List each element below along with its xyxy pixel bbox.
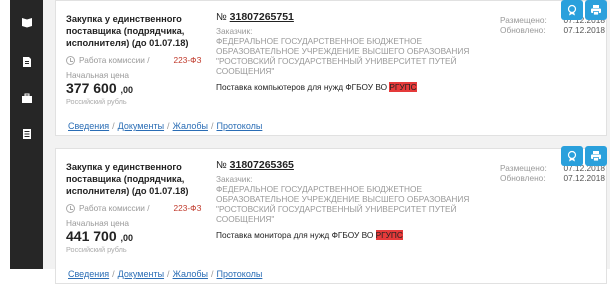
document-icon: [22, 57, 31, 67]
placed-label: Размещено:: [500, 15, 547, 25]
card-links: Сведения / Документы / Жалобы / Протоколы: [55, 118, 607, 136]
purchase-subject: Поставка компьютеров для нужд ФГБОУ ВО Р…: [216, 82, 492, 92]
link-details[interactable]: Сведения: [68, 269, 109, 279]
updated-label: Обновлено:: [500, 25, 546, 35]
subject-text: Поставка монитора для нужд ФГБОУ ВО: [216, 230, 374, 240]
placed-label: Размещено:: [500, 163, 547, 173]
status-text: Работа комиссии /: [79, 55, 150, 65]
updated-row: Обновлено: 07.12.2018: [500, 25, 605, 35]
link-complaints[interactable]: Жалобы: [173, 121, 208, 131]
number-prefix: №: [216, 12, 227, 23]
price-label: Начальная цена: [66, 70, 129, 80]
card-summary: Закупка у единственного поставщика (подр…: [66, 161, 206, 254]
updated-row: Обновлено: 07.12.2018: [500, 173, 605, 183]
procurement-type: Закупка у единственного поставщика (подр…: [66, 162, 189, 196]
customer-name[interactable]: ФЕДЕРАЛЬНОЕ ГОСУДАРСТВЕННОЕ БЮДЖЕТНОЕ ОБ…: [216, 36, 492, 76]
link-documents[interactable]: Документы: [118, 121, 164, 131]
status-row: Работа комиссии / 223-ФЗ: [66, 55, 206, 65]
print-button[interactable]: [585, 146, 607, 166]
card-details: № 31807265365 Заказчик: ФЕДЕРАЛЬНОЕ ГОСУ…: [216, 159, 492, 240]
print-button[interactable]: [585, 0, 607, 20]
printer-icon: [591, 151, 601, 162]
link-separator: /: [167, 121, 170, 131]
updated-date: 07.12.2018: [563, 25, 605, 35]
number-prefix: №: [216, 160, 227, 171]
favorite-button[interactable]: [561, 0, 583, 20]
purchase-number[interactable]: № 31807265365: [216, 159, 492, 171]
award-icon: [567, 150, 577, 162]
sidebar-item-document[interactable]: [10, 48, 43, 76]
link-separator: /: [112, 121, 115, 131]
price-cents: ,00: [120, 233, 134, 243]
printer-icon: [591, 5, 601, 16]
subject-highlight: РГУПС: [375, 230, 403, 240]
link-separator: /: [210, 121, 214, 131]
price-label: Начальная цена: [66, 218, 129, 228]
price-value: 441 700 ,00: [66, 228, 206, 244]
link-documents[interactable]: Документы: [118, 269, 164, 279]
sidebar-item-book[interactable]: [10, 8, 43, 36]
status-row: Работа комиссии / 223-ФЗ: [66, 203, 206, 213]
law-badge: 223-ФЗ: [173, 203, 202, 213]
link-protocols[interactable]: Протоколы: [216, 121, 262, 131]
currency: Российский рубль: [66, 245, 127, 254]
favorite-button[interactable]: [561, 146, 583, 166]
status-text: Работа комиссии /: [79, 203, 150, 213]
purchase-card: Закупка у единственного поставщика (подр…: [55, 148, 607, 269]
sidebar-item-briefcase[interactable]: [10, 84, 43, 112]
left-edge: [0, 0, 10, 269]
customer-label: Заказчик:: [216, 174, 253, 184]
price-main: 441 700: [66, 228, 117, 244]
law-badge: 223-ФЗ: [173, 55, 202, 65]
sidebar-item-list[interactable]: [10, 120, 43, 148]
price-main: 377 600: [66, 80, 117, 96]
procurement-type: Закупка у единственного поставщика (подр…: [66, 14, 189, 48]
card-details: № 31807265751 Заказчик: ФЕДЕРАЛЬНОЕ ГОСУ…: [216, 11, 492, 92]
purchase-subject: Поставка монитора для нужд ФГБОУ ВО РГУП…: [216, 230, 492, 240]
briefcase-icon: [21, 93, 32, 103]
updated-date: 07.12.2018: [563, 173, 605, 183]
customer-label: Заказчик:: [216, 26, 253, 36]
award-icon: [567, 4, 577, 16]
results-area: Закупка у единственного поставщика (подр…: [43, 0, 610, 284]
subject-highlight: РГУПС: [389, 82, 417, 92]
list-icon: [22, 129, 31, 139]
price-cents: ,00: [120, 85, 134, 95]
currency: Российский рубль: [66, 97, 127, 106]
card-summary: Закупка у единственного поставщика (подр…: [66, 13, 206, 106]
sidebar: [10, 0, 43, 269]
link-separator: /: [112, 269, 115, 279]
updated-label: Обновлено:: [500, 173, 546, 183]
customer-name[interactable]: ФЕДЕРАЛЬНОЕ ГОСУДАРСТВЕННОЕ БЮДЖЕТНОЕ ОБ…: [216, 184, 492, 224]
book-icon: [21, 18, 32, 28]
number-link[interactable]: 31807265751: [230, 11, 294, 23]
link-separator: /: [167, 269, 170, 279]
price-value: 377 600 ,00: [66, 80, 206, 96]
clock-icon: [66, 55, 75, 65]
link-complaints[interactable]: Жалобы: [173, 269, 208, 279]
card-dates: Размещено: 07.12.2018 Обновлено: 07.12.201…: [500, 163, 605, 183]
purchase-card: Закупка у единственного поставщика (подр…: [55, 0, 607, 120]
link-protocols[interactable]: Протоколы: [216, 269, 262, 279]
clock-icon: [66, 203, 75, 213]
purchase-number[interactable]: № 31807265751: [216, 11, 492, 23]
link-separator: /: [210, 269, 214, 279]
link-details[interactable]: Сведения: [68, 121, 109, 131]
number-link[interactable]: 31807265365: [230, 159, 294, 171]
subject-text: Поставка компьютеров для нужд ФГБОУ ВО: [216, 82, 388, 92]
